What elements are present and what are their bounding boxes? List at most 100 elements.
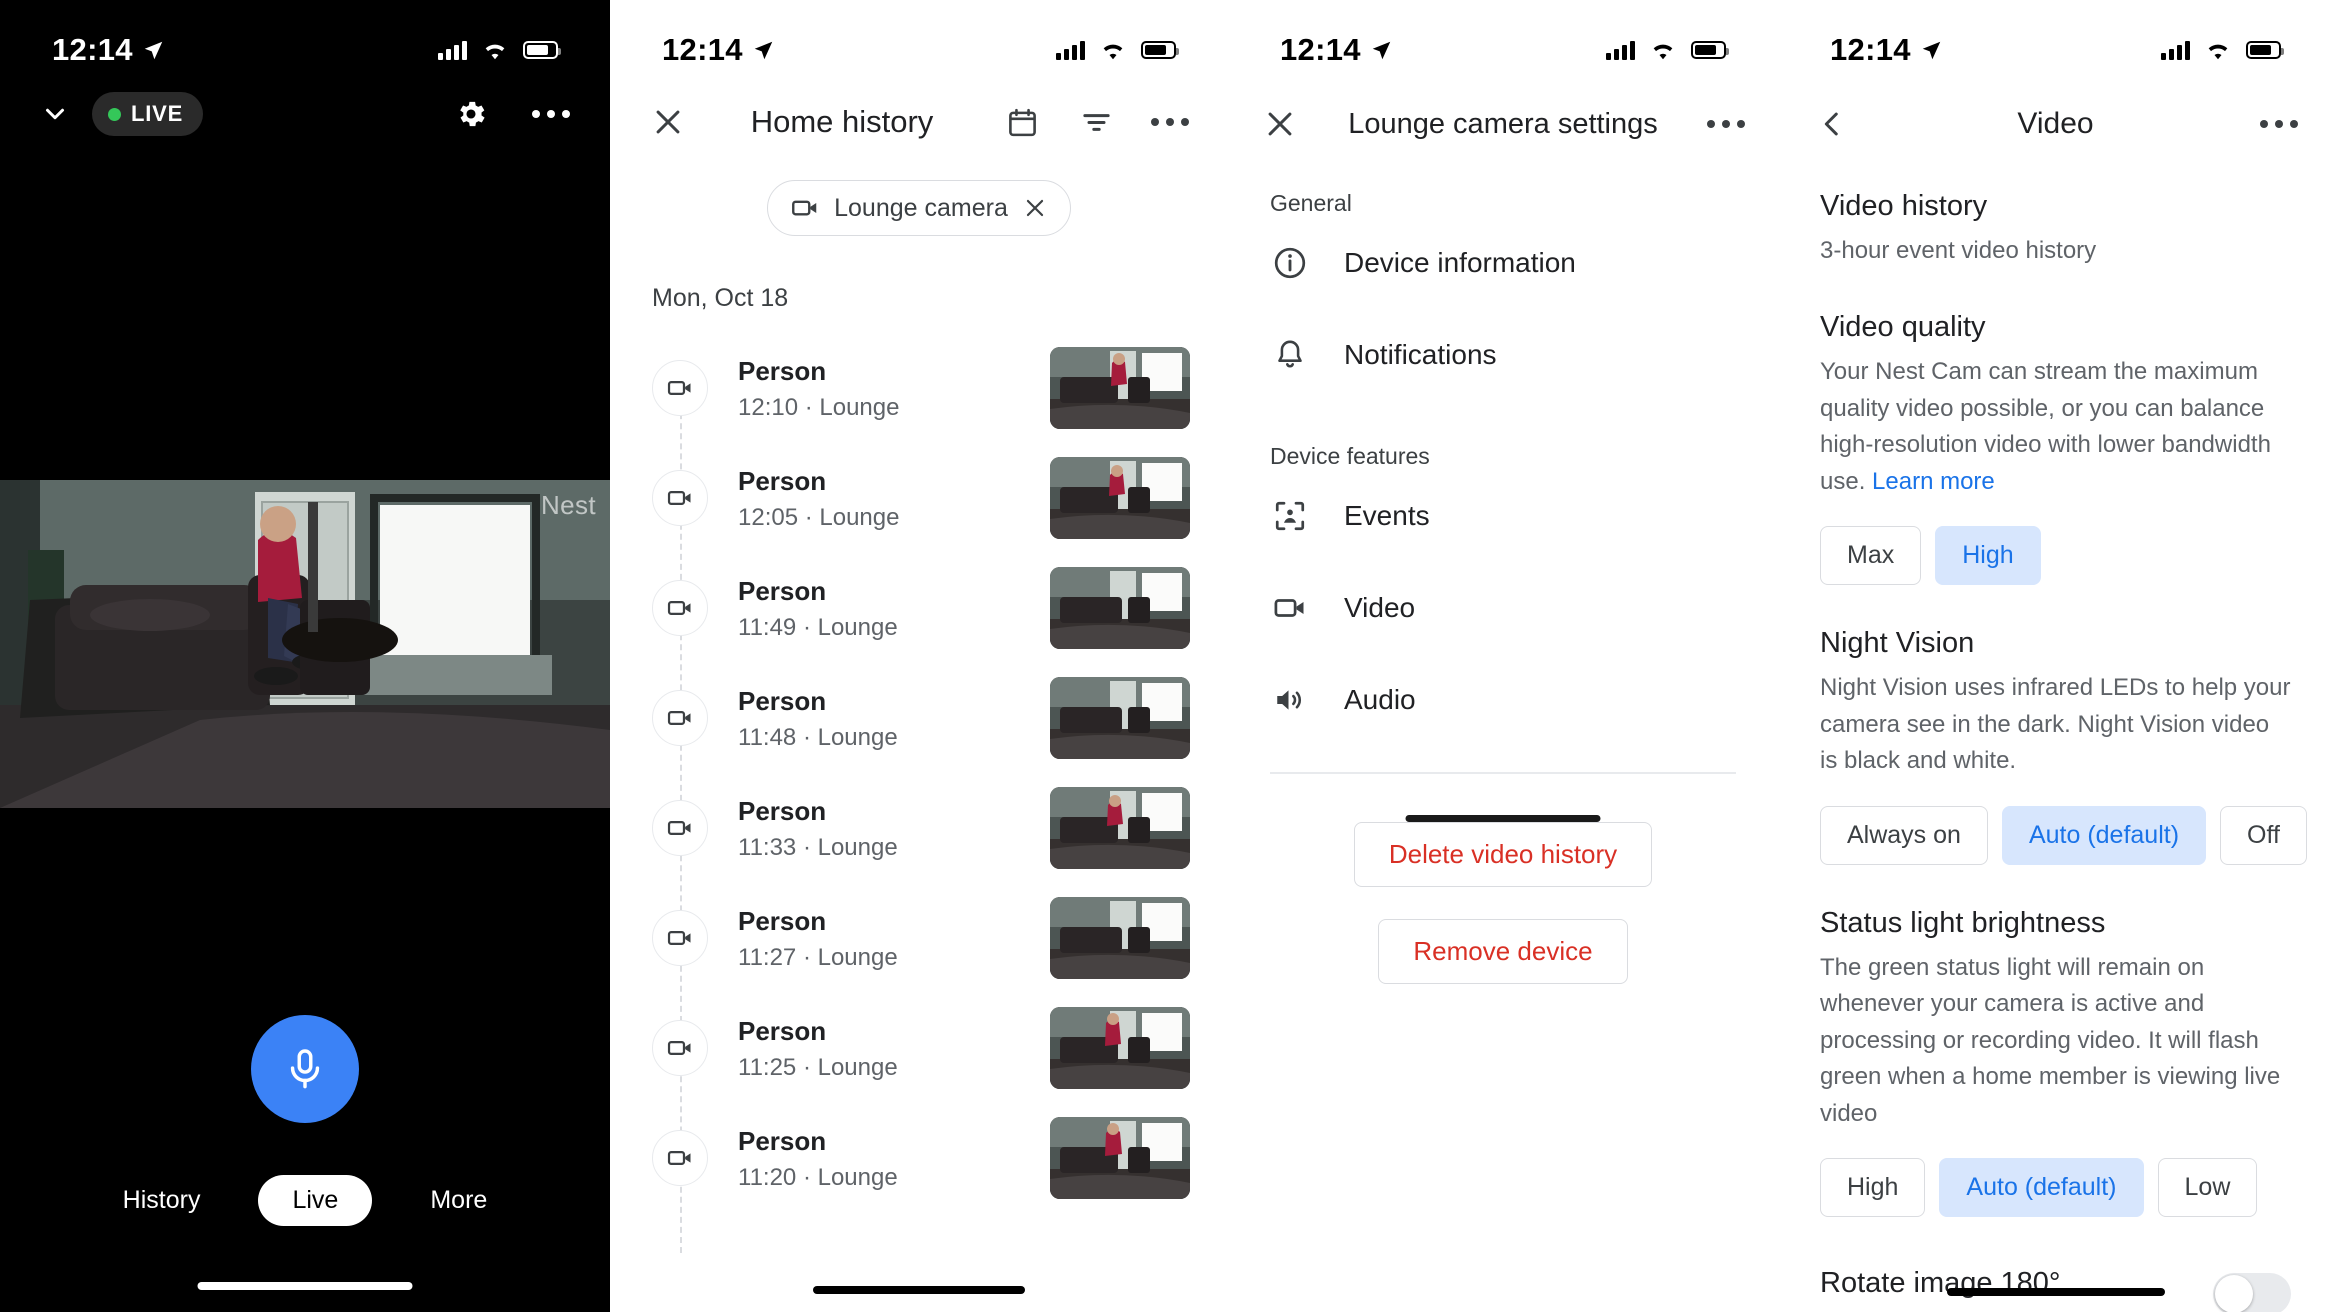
- tab-history[interactable]: History: [109, 1176, 215, 1225]
- bottom-tab-bar: History Live More: [0, 1175, 610, 1226]
- home-indicator[interactable]: [1405, 815, 1601, 822]
- more-options-button[interactable]: [1146, 98, 1194, 146]
- more-options-button[interactable]: [2255, 100, 2303, 148]
- settings-item-events[interactable]: Events: [1228, 470, 1778, 562]
- thumbnail-scene-graphic: [1050, 897, 1190, 979]
- learn-more-link[interactable]: Learn more: [1872, 468, 1995, 495]
- settings-item-device-information[interactable]: Device information: [1228, 217, 1778, 309]
- more-options-icon: [1707, 120, 1745, 128]
- status-light-option-high[interactable]: High: [1820, 1158, 1926, 1218]
- live-video-stream[interactable]: Nest: [0, 480, 610, 808]
- video-quality-option-high[interactable]: High: [1935, 526, 2041, 586]
- event-title: Person: [738, 356, 827, 387]
- calendar-button[interactable]: [998, 98, 1046, 146]
- status-bar-indicators: [1056, 40, 1179, 61]
- status-light-option-low[interactable]: Low: [2157, 1158, 2258, 1218]
- page-title: Lounge camera settings: [1348, 107, 1658, 140]
- nest-watermark: Nest: [540, 490, 596, 520]
- talk-microphone-button[interactable]: [251, 1015, 359, 1123]
- event-subtitle: 11:27 · Lounge: [738, 943, 898, 971]
- home-indicator[interactable]: [197, 1282, 413, 1290]
- event-thumbnail[interactable]: [1050, 677, 1190, 759]
- filter-chip-row: Lounge camera: [610, 180, 1228, 236]
- event-subtitle: 11:49 · Lounge: [738, 613, 898, 641]
- event-thumbnail[interactable]: [1050, 787, 1190, 869]
- back-button[interactable]: [1808, 100, 1856, 148]
- video-quality-options: Max High: [1820, 526, 2291, 586]
- settings-item-video[interactable]: Video: [1228, 562, 1778, 654]
- event-video-icon: [652, 580, 708, 636]
- speaker-icon: [1270, 680, 1310, 720]
- cellular-signal-icon: [1056, 40, 1085, 60]
- settings-item-label: Device information: [1344, 247, 1576, 278]
- home-indicator[interactable]: [1946, 1288, 2165, 1296]
- chevron-down-icon[interactable]: [40, 99, 70, 129]
- section-heading: Status light brightness: [1820, 906, 2106, 939]
- event-video-icon: [652, 690, 708, 746]
- settings-item-audio[interactable]: Audio: [1228, 654, 1778, 746]
- history-event-row[interactable]: Person 11:20 · Lounge: [610, 1103, 1228, 1213]
- event-subtitle: 11:48 · Lounge: [738, 723, 898, 751]
- history-event-row[interactable]: Person 11:27 · Lounge: [610, 883, 1228, 993]
- event-video-icon: [652, 1020, 708, 1076]
- history-event-row[interactable]: Person 11:48 · Lounge: [610, 663, 1228, 773]
- night-vision-option-auto[interactable]: Auto (default): [2001, 805, 2207, 865]
- section-status-light-brightness: Status light brightness The green status…: [1820, 906, 2291, 1218]
- settings-item-notifications[interactable]: Notifications: [1228, 309, 1778, 401]
- night-vision-option-off[interactable]: Off: [2220, 805, 2307, 865]
- status-light-option-auto[interactable]: Auto (default): [1939, 1158, 2144, 1218]
- night-vision-option-always-on[interactable]: Always on: [1820, 805, 1988, 865]
- events-icon: [1270, 496, 1310, 536]
- video-quality-option-max[interactable]: Max: [1820, 526, 1922, 586]
- status-bar-time-group: 12:14: [662, 32, 774, 68]
- close-button[interactable]: [644, 98, 692, 146]
- event-thumbnail[interactable]: [1050, 347, 1190, 429]
- history-event-row[interactable]: Person 12:05 · Lounge: [610, 443, 1228, 553]
- delete-video-history-button[interactable]: Delete video history: [1353, 821, 1653, 887]
- battery-icon: [1141, 41, 1179, 59]
- live-dot-icon: [108, 107, 121, 121]
- event-thumbnail[interactable]: [1050, 457, 1190, 539]
- close-button[interactable]: [1256, 100, 1304, 148]
- camera-filter-chip[interactable]: Lounge camera: [767, 180, 1071, 236]
- more-options-button[interactable]: [1702, 100, 1750, 148]
- event-thumbnail[interactable]: [1050, 1007, 1190, 1089]
- history-event-row[interactable]: Person 11:25 · Lounge: [610, 993, 1228, 1103]
- status-bar: 12:14: [1778, 0, 2333, 78]
- more-options-icon[interactable]: [532, 110, 570, 118]
- battery-icon: [1691, 41, 1729, 59]
- live-badge[interactable]: LIVE: [92, 92, 204, 136]
- home-indicator[interactable]: [813, 1286, 1025, 1294]
- event-thumbnail[interactable]: [1050, 897, 1190, 979]
- video-camera-icon: [667, 1041, 691, 1055]
- event-text: Person 12:10 · Lounge: [738, 354, 1050, 421]
- settings-item-label: Audio: [1344, 684, 1416, 715]
- tab-live[interactable]: Live: [258, 1175, 373, 1226]
- status-time: 12:14: [1280, 32, 1361, 67]
- tab-more[interactable]: More: [416, 1176, 501, 1225]
- settings-item-label: Notifications: [1344, 339, 1497, 370]
- event-thumbnail[interactable]: [1050, 1117, 1190, 1199]
- panel-video-settings: 12:14 Video Video history 3-hour event v…: [1778, 0, 2333, 1312]
- history-header: Home history: [610, 78, 1228, 146]
- gear-icon[interactable]: [454, 97, 488, 131]
- video-settings-body: Video history 3-hour event video history…: [1778, 190, 2333, 1312]
- section-divider: [1270, 772, 1736, 774]
- camera-scene-graphic: [0, 480, 610, 808]
- history-event-row[interactable]: Person 11:49 · Lounge: [610, 553, 1228, 663]
- remove-device-button[interactable]: Remove device: [1378, 918, 1628, 984]
- event-thumbnail[interactable]: [1050, 567, 1190, 649]
- video-camera-icon: [667, 931, 691, 945]
- rotate-image-toggle[interactable]: [2213, 1273, 2291, 1312]
- toggle-knob: [2215, 1275, 2253, 1312]
- chevron-left-icon: [1824, 112, 1838, 136]
- location-arrow-icon: [144, 41, 163, 59]
- section-heading: Video quality: [1820, 311, 1986, 344]
- history-event-row[interactable]: Person 11:33 · Lounge: [610, 773, 1228, 883]
- cellular-signal-icon: [1606, 40, 1635, 60]
- section-body: Your Nest Cam can stream the maximum qua…: [1820, 354, 2291, 500]
- thumbnail-scene-graphic: [1050, 567, 1190, 649]
- chip-remove-icon[interactable]: [1022, 195, 1048, 221]
- filter-button[interactable]: [1072, 98, 1120, 146]
- history-event-row[interactable]: Person 12:10 · Lounge: [610, 333, 1228, 443]
